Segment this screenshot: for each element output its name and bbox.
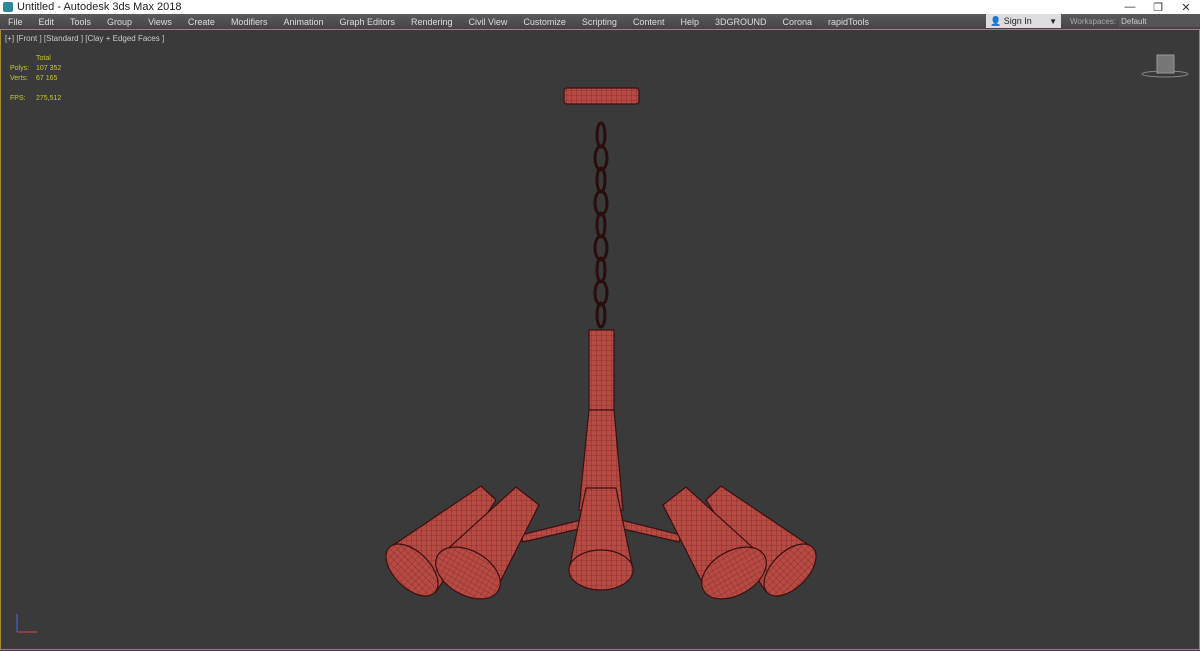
menu-file[interactable]: File [0, 17, 31, 27]
workspaces-dropdown[interactable]: Default▾ [1119, 15, 1200, 27]
user-icon: 👤 [990, 15, 1004, 26]
menu-3dground[interactable]: 3DGROUND [707, 17, 775, 27]
axis-gizmo-icon [16, 614, 37, 633]
restore-button[interactable]: ❐ [1144, 1, 1172, 14]
close-button[interactable]: ✕ [1172, 1, 1200, 14]
menu-create[interactable]: Create [180, 17, 223, 27]
menu-edit[interactable]: Edit [31, 17, 63, 27]
minimize-button[interactable]: — [1116, 1, 1144, 14]
menu-rendering[interactable]: Rendering [403, 17, 461, 27]
sign-in-button[interactable]: 👤 Sign In ▼ [986, 14, 1061, 28]
menu-help[interactable]: Help [672, 17, 707, 27]
menu-graph-editors[interactable]: Graph Editors [331, 17, 403, 27]
menu-rapidtools[interactable]: rapidTools [820, 17, 877, 27]
menu-views[interactable]: Views [140, 17, 180, 27]
menu-group[interactable]: Group [99, 17, 140, 27]
app-icon [3, 2, 13, 12]
workspaces: Workspaces:Default▾ [1070, 15, 1200, 27]
window-title: Untitled - Autodesk 3ds Max 2018 [17, 1, 182, 13]
menu-modifiers[interactable]: Modifiers [223, 17, 276, 27]
chandelier-model [385, 87, 817, 600]
viewport-front[interactable]: [+] [Front ] [Standard ] [Clay + Edged F… [0, 29, 1200, 650]
menu-scripting[interactable]: Scripting [574, 17, 625, 27]
chevron-down-icon: ▼ [1049, 16, 1057, 26]
menu-animation[interactable]: Animation [275, 17, 331, 27]
menu-civil-view[interactable]: Civil View [461, 17, 516, 27]
title-bar: Untitled - Autodesk 3ds Max 2018 — ❐ ✕ [0, 0, 1200, 14]
menu-tools[interactable]: Tools [62, 17, 99, 27]
menu-customize[interactable]: Customize [515, 17, 574, 27]
menu-content[interactable]: Content [625, 17, 673, 27]
menu-corona[interactable]: Corona [774, 17, 820, 27]
